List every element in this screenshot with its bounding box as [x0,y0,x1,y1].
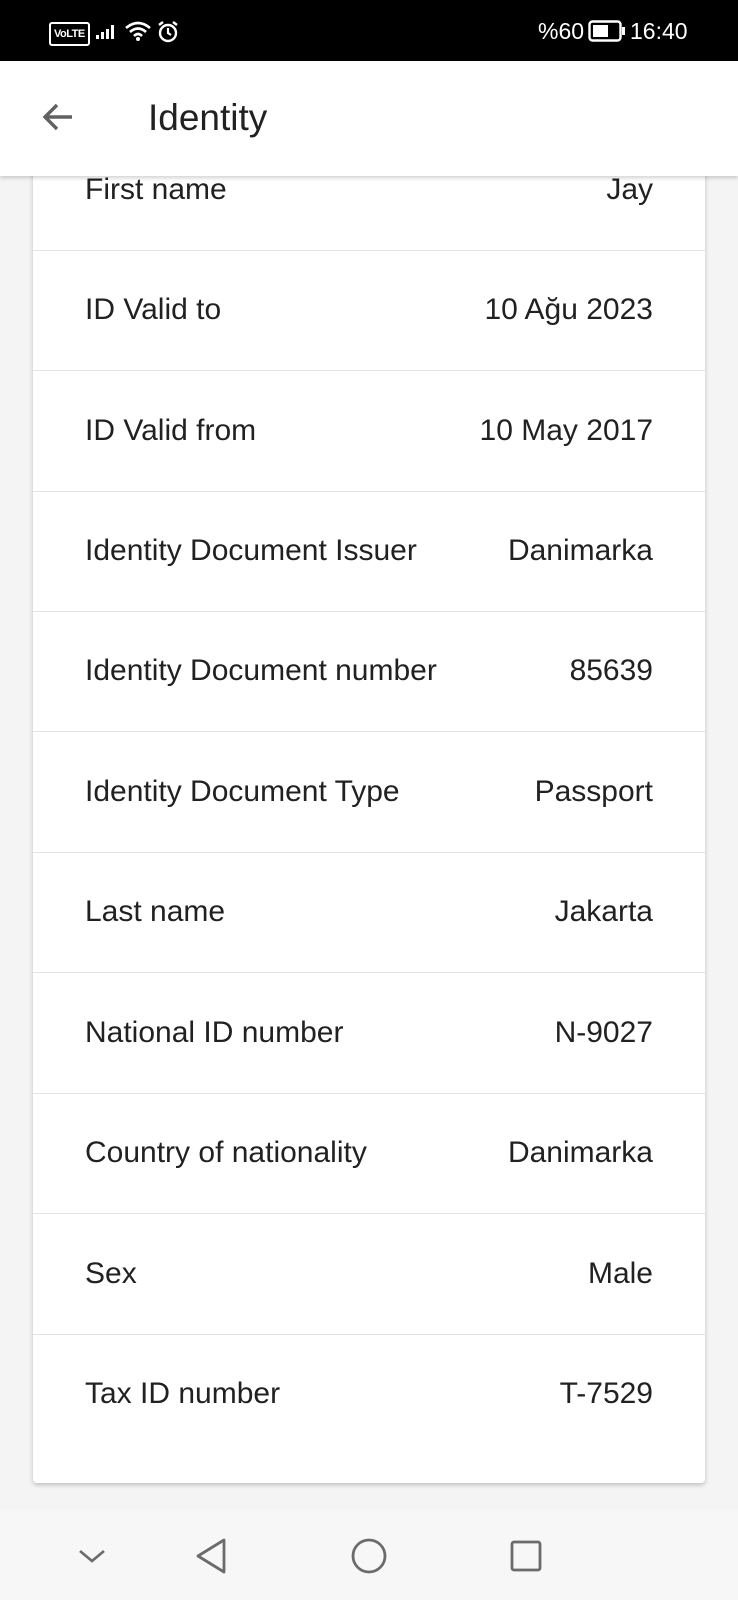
row-id-valid-from: ID Valid from 10 May 2017 [33,370,705,492]
row-label: National ID number [85,1016,344,1049]
row-value: N-9027 [554,1016,653,1049]
row-document-type: Identity Document Type Passport [33,731,705,853]
wifi-icon [124,20,152,47]
alarm-icon [156,20,180,49]
battery-percent: %60 [538,18,585,44]
row-document-number: Identity Document number 85639 [33,610,705,732]
row-label: ID Valid from [85,414,257,447]
row-sex: Sex Male [33,1213,705,1335]
chevron-down-icon [79,1550,105,1563]
row-value: Male [587,1257,653,1290]
nav-recents-button[interactable] [500,1530,552,1582]
row-national-id: National ID number N-9027 [33,972,705,1094]
row-document-issuer: Identity Document Issuer Danimarka [33,490,705,612]
row-label: Identity Document Issuer [85,534,417,567]
row-value: Danimarka [507,534,653,567]
row-value: 10 May 2017 [479,414,653,447]
row-value: Jakarta [554,895,653,928]
row-id-valid-to: ID Valid to 10 Ağu 2023 [33,249,705,371]
row-value: Danimarka [507,1136,653,1169]
nav-home-button[interactable] [343,1530,395,1582]
row-tax-id: Tax ID number T-7529 [33,1333,705,1455]
back-button[interactable] [30,89,86,145]
row-label: ID Valid to [85,293,222,326]
volte-badge: VoLTE [49,22,90,46]
row-last-name: Last name Jakarta [33,851,705,973]
row-nationality: Country of nationality Danimarka [33,1092,705,1214]
row-value: 85639 [569,654,653,687]
row-label: Last name [85,895,226,928]
clock: 16:40 [630,18,688,44]
row-value: T-7529 [559,1377,653,1410]
row-label: Identity Document Type [85,775,400,808]
identity-card: First name Jay ID Valid to 10 Ağu 2023 I… [33,130,705,1483]
system-nav-bar [0,1510,738,1600]
status-bar: VoLTE %60 16:40 [0,0,738,61]
row-label: Country of nationality [85,1136,367,1169]
page-title: Identity [148,97,268,138]
arrow-left-icon [42,103,72,131]
row-label: Sex [85,1257,137,1290]
row-value: Passport [534,775,653,808]
app-bar: Identity [0,61,738,176]
recents-square-icon [510,1540,542,1572]
back-triangle-icon [196,1538,226,1574]
row-label: Identity Document number [85,654,437,687]
row-value: 10 Ağu 2023 [484,293,653,326]
battery-icon [588,20,626,47]
home-circle-icon [351,1538,387,1574]
signal-icon [96,23,118,44]
nav-back-button[interactable] [185,1530,237,1582]
row-label: Tax ID number [85,1377,281,1410]
hide-nav-button[interactable] [66,1530,118,1582]
